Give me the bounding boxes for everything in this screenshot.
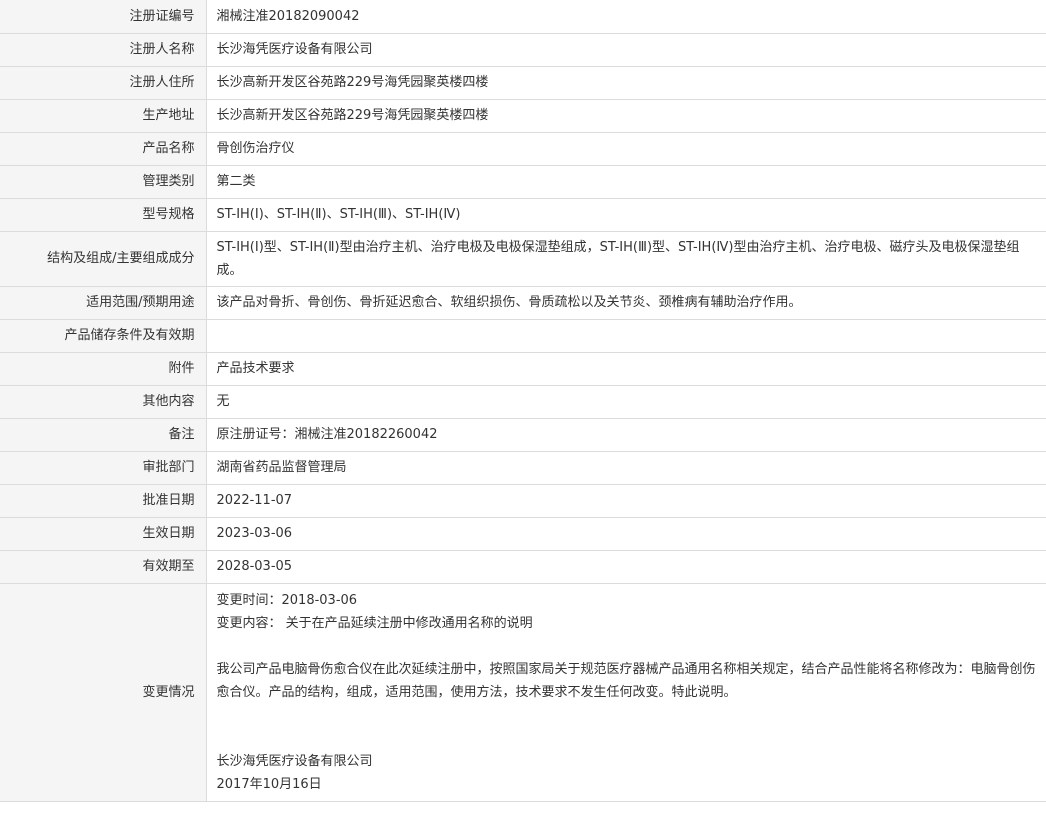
row-label: 注册证编号	[0, 0, 207, 34]
row-label: 有效期至	[0, 550, 207, 584]
row-value: 无	[206, 385, 1046, 419]
row-label: 附件	[0, 352, 207, 386]
table-row: 备注 原注册证号：湘械注准20182260042	[0, 418, 1046, 452]
row-value: 2022-11-07	[206, 484, 1046, 518]
row-label: 适用范围/预期用途	[0, 286, 207, 320]
row-value: 2023-03-06	[206, 517, 1046, 551]
table-row: 生效日期 2023-03-06	[0, 517, 1046, 551]
row-label: 管理类别	[0, 165, 207, 199]
row-value	[206, 319, 1046, 353]
table-row: 型号规格 ST-IH(Ⅰ)、ST-IH(Ⅱ)、ST-IH(Ⅲ)、ST-IH(Ⅳ)	[0, 198, 1046, 232]
table-row: 附件 产品技术要求	[0, 352, 1046, 386]
row-value: 2028-03-05	[206, 550, 1046, 584]
row-value: 该产品对骨折、骨创伤、骨折延迟愈合、软组织损伤、骨质疏松以及关节炎、颈椎病有辅助…	[206, 286, 1046, 320]
row-value: 长沙高新开发区谷苑路229号海凭园聚英楼四楼	[206, 99, 1046, 133]
registration-detail-table: 注册证编号 湘械注准20182090042 注册人名称 长沙海凭医疗设备有限公司…	[0, 0, 1046, 802]
row-label: 其他内容	[0, 385, 207, 419]
row-label: 产品名称	[0, 132, 207, 166]
row-value: 长沙海凭医疗设备有限公司	[206, 33, 1046, 67]
table-row: 注册人名称 长沙海凭医疗设备有限公司	[0, 33, 1046, 67]
row-label: 生产地址	[0, 99, 207, 133]
table-row: 批准日期 2022-11-07	[0, 484, 1046, 518]
row-label: 产品储存条件及有效期	[0, 319, 207, 353]
table-row: 结构及组成/主要组成成分 ST-IH(Ⅰ)型、ST-IH(Ⅱ)型由治疗主机、治疗…	[0, 231, 1046, 287]
table-row: 适用范围/预期用途 该产品对骨折、骨创伤、骨折延迟愈合、软组织损伤、骨质疏松以及…	[0, 286, 1046, 320]
change-content: 变更内容： 关于在产品延续注册中修改通用名称的说明	[216, 615, 533, 631]
row-label: 生效日期	[0, 517, 207, 551]
change-date: 2017年10月16日	[216, 776, 322, 792]
row-label: 批准日期	[0, 484, 207, 518]
table-row: 管理类别 第二类	[0, 165, 1046, 199]
row-value: ST-IH(Ⅰ)、ST-IH(Ⅱ)、ST-IH(Ⅲ)、ST-IH(Ⅳ)	[206, 198, 1046, 232]
table-row: 生产地址 长沙高新开发区谷苑路229号海凭园聚英楼四楼	[0, 99, 1046, 133]
row-label: 注册人住所	[0, 66, 207, 100]
table-row: 产品储存条件及有效期	[0, 319, 1046, 353]
change-label: 变更情况	[0, 583, 207, 802]
row-label: 备注	[0, 418, 207, 452]
row-label: 结构及组成/主要组成成分	[0, 231, 207, 287]
row-value: 骨创伤治疗仪	[206, 132, 1046, 166]
row-value: 湖南省药品监督管理局	[206, 451, 1046, 485]
table-row: 注册人住所 长沙高新开发区谷苑路229号海凭园聚英楼四楼	[0, 66, 1046, 100]
change-company: 长沙海凭医疗设备有限公司	[216, 753, 373, 769]
table-row: 审批部门 湖南省药品监督管理局	[0, 451, 1046, 485]
change-time: 变更时间：2018-03-06	[216, 592, 358, 608]
change-body: 我公司产品电脑骨伤愈合仪在此次延续注册中，按照国家局关于规范医疗器械产品通用名称…	[216, 661, 1036, 700]
change-info-row: 变更情况 变更时间：2018-03-06 变更内容： 关于在产品延续注册中修改通…	[0, 583, 1046, 802]
table-row: 产品名称 骨创伤治疗仪	[0, 132, 1046, 166]
row-value: 长沙高新开发区谷苑路229号海凭园聚英楼四楼	[206, 66, 1046, 100]
row-value: 湘械注准20182090042	[206, 0, 1046, 34]
row-label: 注册人名称	[0, 33, 207, 67]
row-label: 型号规格	[0, 198, 207, 232]
table-row: 注册证编号 湘械注准20182090042	[0, 0, 1046, 34]
table-row: 有效期至 2028-03-05	[0, 550, 1046, 584]
change-value: 变更时间：2018-03-06 变更内容： 关于在产品延续注册中修改通用名称的说…	[206, 583, 1046, 802]
row-value: 原注册证号：湘械注准20182260042	[206, 418, 1046, 452]
table-row: 其他内容 无	[0, 385, 1046, 419]
row-value: 第二类	[206, 165, 1046, 199]
row-value: 产品技术要求	[206, 352, 1046, 386]
row-label: 审批部门	[0, 451, 207, 485]
row-value: ST-IH(Ⅰ)型、ST-IH(Ⅱ)型由治疗主机、治疗电极及电极保湿垫组成，ST…	[206, 231, 1046, 287]
